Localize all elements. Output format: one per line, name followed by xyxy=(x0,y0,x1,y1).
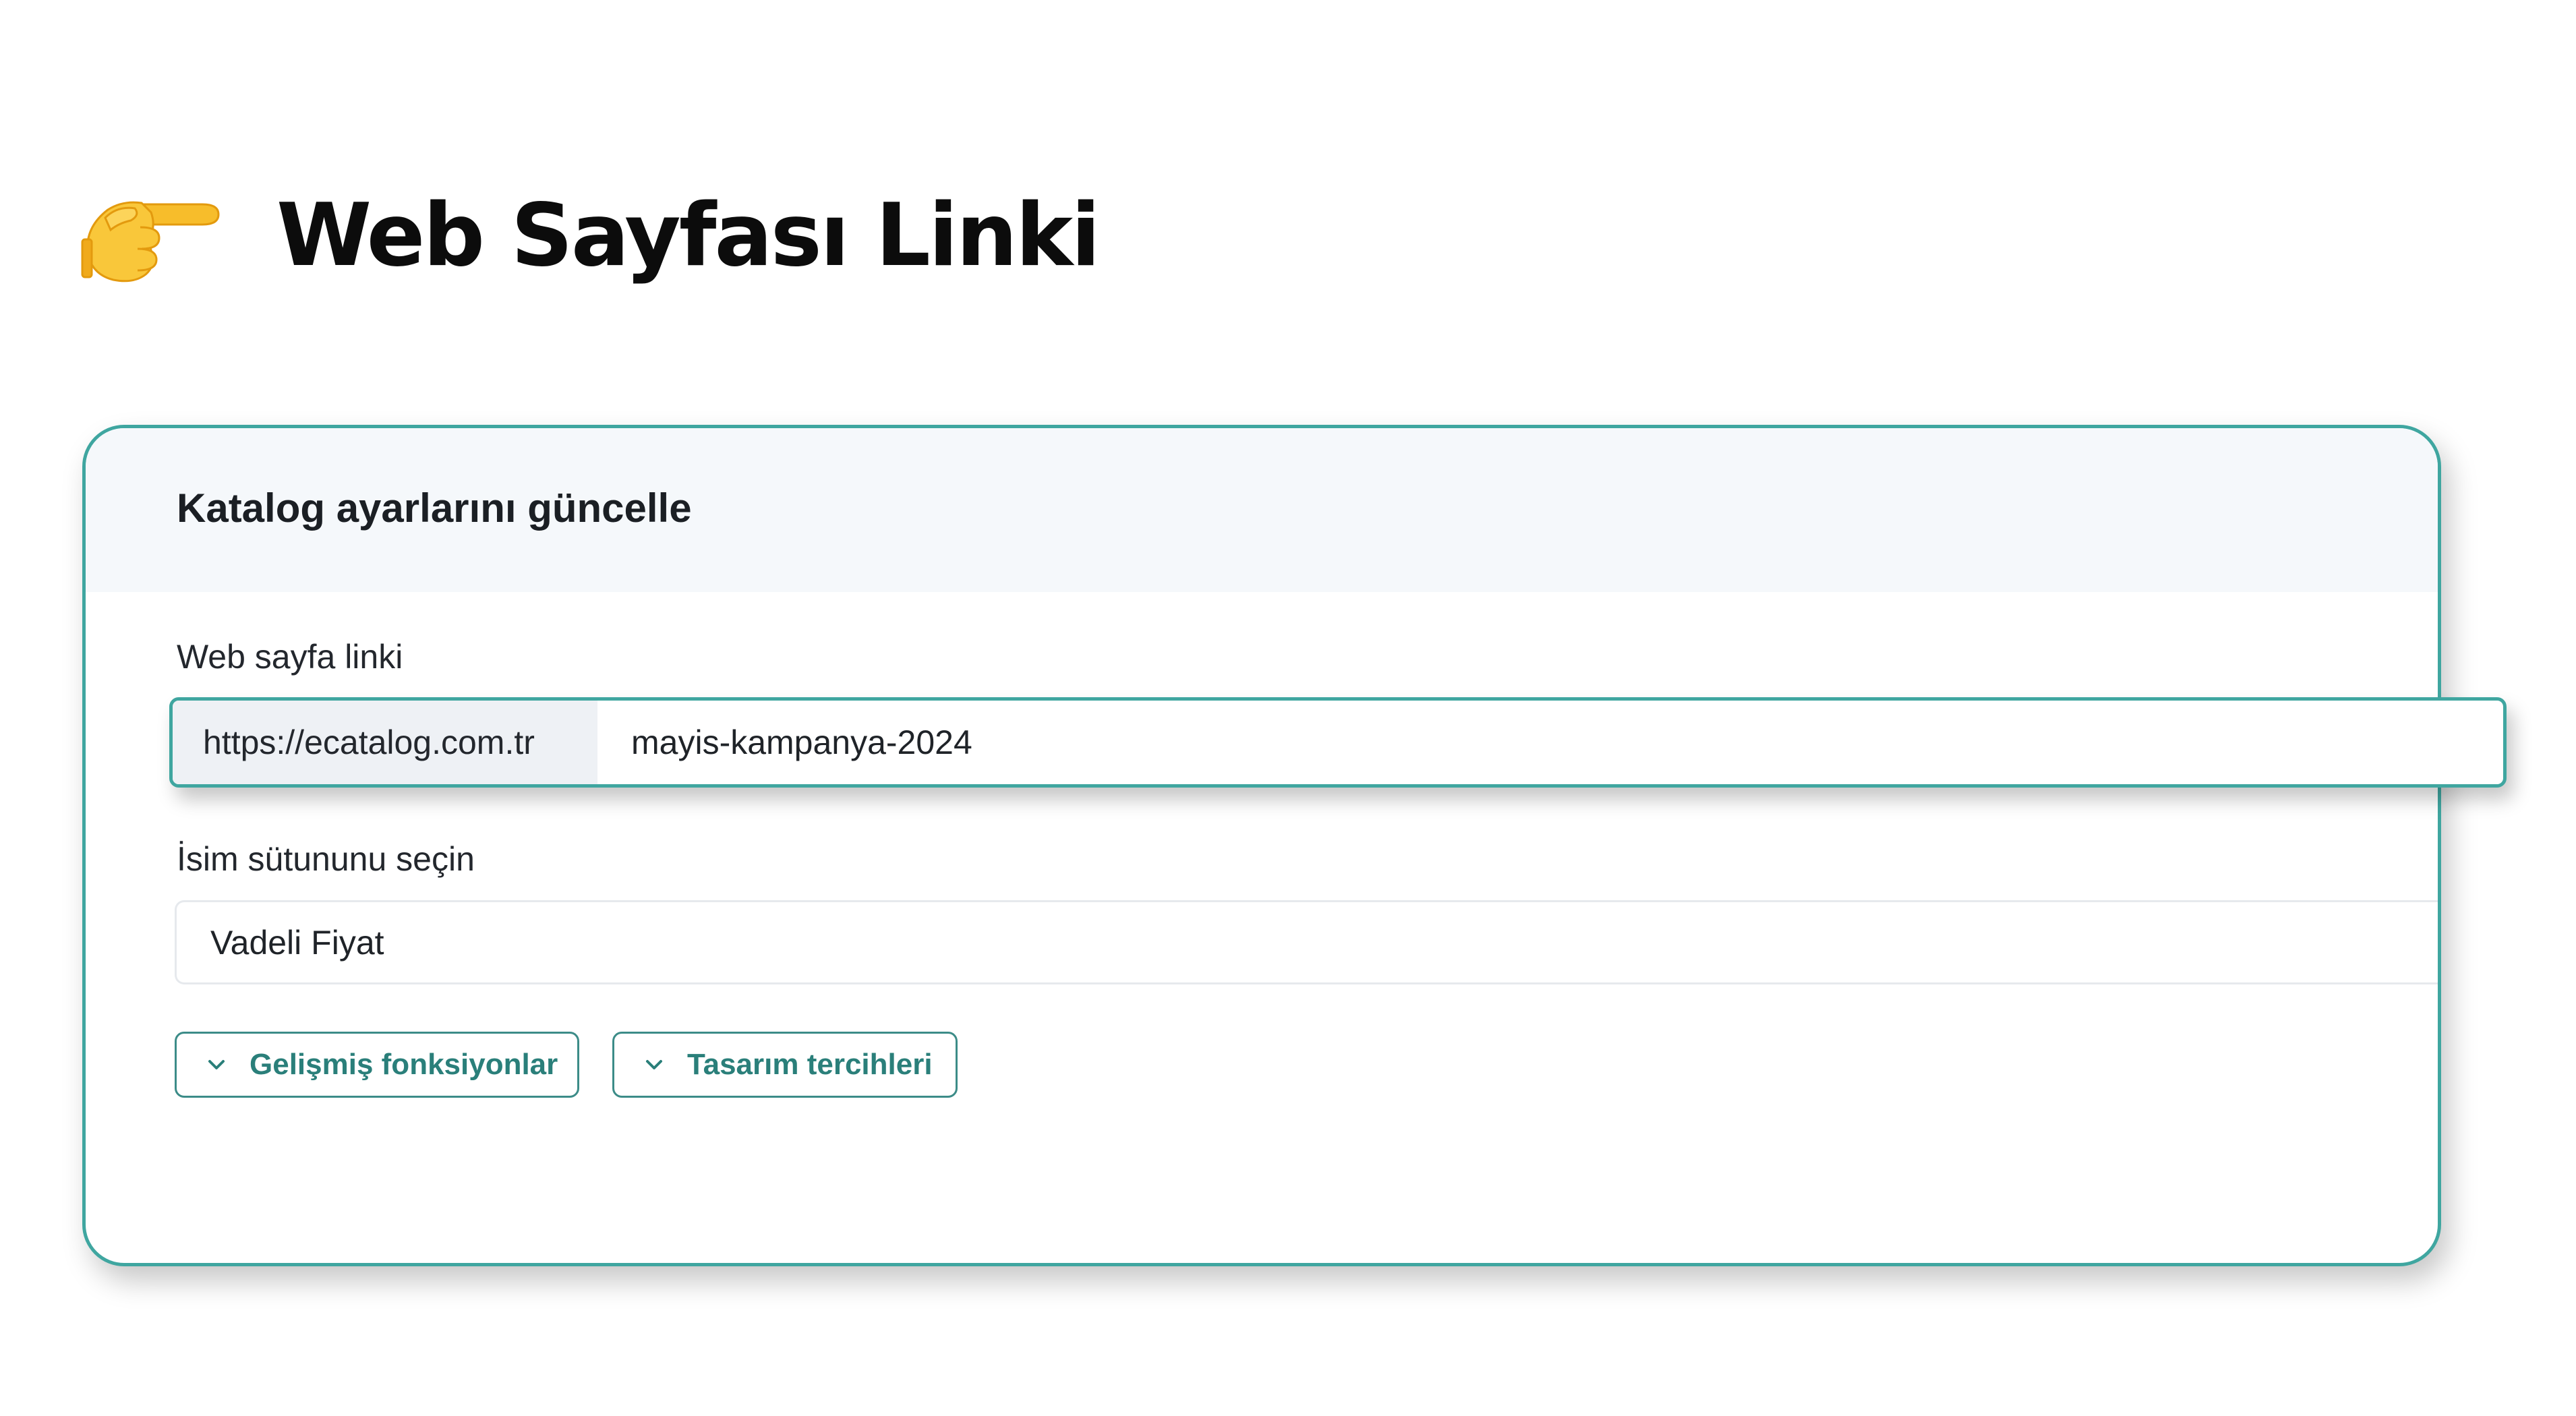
name-column-label: İsim sütununu seçin xyxy=(177,840,475,878)
card-title: Katalog ayarlarını güncelle xyxy=(177,485,692,531)
page-title: Web Sayfası Linki xyxy=(276,185,1101,286)
name-column-select[interactable]: Vadeli Fiyat xyxy=(175,900,2438,984)
url-prefix: https://ecatalog.com.tr xyxy=(173,701,597,784)
chevron-down-icon xyxy=(646,1060,662,1069)
advanced-functions-label: Gelişmiş fonksiyonlar xyxy=(250,1048,558,1081)
page-heading: Web Sayfası Linki xyxy=(81,172,1101,300)
design-preferences-button[interactable]: Tasarım tercihleri xyxy=(612,1032,958,1098)
backhand-index-pointing-right-icon xyxy=(81,201,220,283)
chevron-down-icon xyxy=(208,1060,225,1069)
web-link-input-group: https://ecatalog.com.tr xyxy=(169,697,2507,788)
catalog-settings-card: Katalog ayarlarını güncelle Web sayfa li… xyxy=(82,425,2441,1266)
web-link-label: Web sayfa linki xyxy=(177,638,403,676)
name-column-selected-value: Vadeli Fiyat xyxy=(210,923,384,962)
advanced-functions-button[interactable]: Gelişmiş fonksiyonlar xyxy=(175,1032,579,1098)
design-preferences-label: Tasarım tercihleri xyxy=(687,1048,933,1081)
web-link-slug-input[interactable] xyxy=(597,701,2503,784)
card-header: Katalog ayarlarını güncelle xyxy=(86,428,2438,592)
